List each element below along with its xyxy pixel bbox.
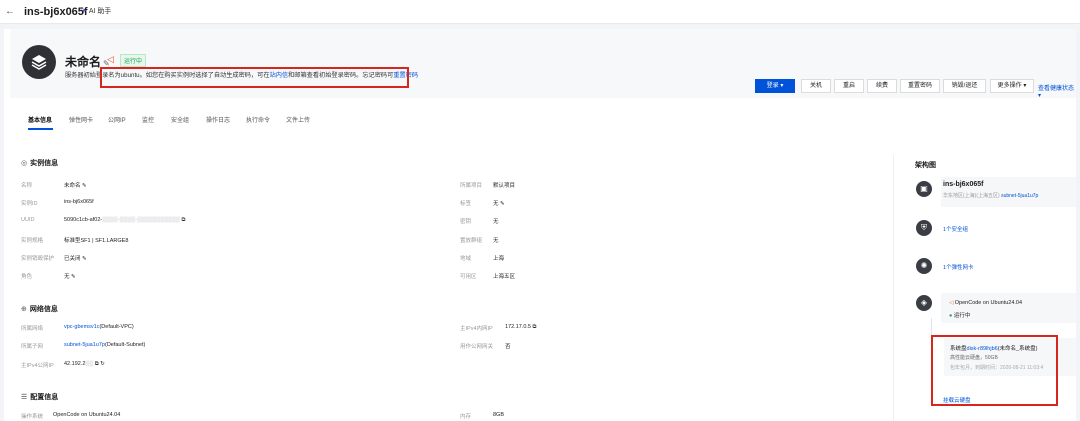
tab-basic-info[interactable]: 基本信息 — [28, 115, 52, 124]
info-icon: ◎ — [21, 160, 28, 167]
copy-icon[interactable]: ⧉ — [533, 324, 537, 330]
active-tab-indicator — [28, 128, 53, 130]
health-status-link[interactable]: 查看健康状态 ▾ — [1038, 83, 1076, 99]
section-network-info: ⊕ 网络信息 — [21, 306, 58, 313]
value-public-ip: 42.192.2▒▒ ⧉ ↻ — [64, 361, 105, 367]
value-key: 无 — [493, 219, 499, 225]
value-instance-id: ins-bj6x065f — [64, 199, 94, 205]
security-group-link[interactable]: 1个安全组 — [943, 225, 968, 233]
value-tags: 无 ✎ — [493, 201, 505, 207]
value-protection: 已关闭 ✎ — [64, 256, 87, 262]
promo-icon: ◁ — [949, 300, 954, 306]
label-placement: 置放群组 — [460, 238, 483, 244]
back-arrow-icon[interactable]: ← — [5, 6, 15, 17]
label-protection: 实例销毁保护 — [21, 256, 55, 262]
top-bar: ← ins-bj6x065f ✦ AI 助手 — [0, 0, 1080, 24]
label-public-ip: 主IPv4公网IP — [21, 363, 54, 369]
edit-icon[interactable]: ✎ — [71, 274, 76, 280]
section-instance-info: ◎ 实例信息 — [21, 160, 59, 167]
value-placement: 无 — [493, 238, 499, 244]
value-project: 默认项目 — [493, 183, 516, 189]
label-spec: 实例规格 — [21, 238, 44, 244]
value-memory: 8GB — [493, 412, 505, 418]
refresh-icon[interactable]: ↻ — [100, 361, 105, 367]
highlight-box — [100, 67, 409, 88]
label-private-ip: 主IPv4内网IP — [460, 326, 493, 332]
value-os: OpenCode on Ubuntu24.04 — [53, 412, 121, 418]
value-name: 未命名 ✎ — [64, 183, 87, 189]
value-zone: 上海五区 — [493, 274, 516, 280]
label-name: 名称 — [21, 183, 33, 189]
section-config-info: ☰ 配置信息 — [21, 394, 59, 401]
tab-operation-log[interactable]: 操作日志 — [206, 115, 230, 124]
list-icon: ☰ — [21, 394, 28, 401]
value-role: 无 ✎ — [64, 274, 76, 280]
label-role: 角色 — [21, 274, 33, 280]
shield-icon: ⛨ — [916, 220, 932, 236]
label-os: 操作系统 — [21, 414, 44, 420]
cube-icon: ▣ — [916, 181, 932, 197]
arch-image: ◁ OpenCode on Ubuntu24.04 — [949, 300, 1023, 306]
status-badge: 运行中 — [120, 54, 147, 67]
edit-icon[interactable]: ✎ — [82, 256, 87, 262]
arch-image-status: ● 运行中 — [949, 313, 971, 319]
label-memory: 内存 — [460, 414, 472, 420]
eni-link[interactable]: 1个弹性网卡 — [943, 263, 974, 271]
copy-icon[interactable]: ⧉ — [95, 361, 99, 367]
sparkle-icon: ✦ — [81, 8, 87, 15]
label-zone: 可用区 — [460, 274, 477, 280]
label-subnet: 所属子网 — [21, 344, 44, 350]
ai-assistant-button[interactable]: ✦ AI 助手 — [81, 6, 111, 16]
arch-instance-sub: 华东地区(上海)(上海五区) subnet-5jua1u7p — [943, 193, 1039, 199]
shutdown-button[interactable]: 关机 — [801, 79, 831, 93]
label-instance-id: 实例ID — [21, 201, 38, 207]
reset-password-button[interactable]: 重置密码 — [900, 79, 940, 93]
globe-icon: ⊕ — [21, 306, 27, 313]
label-region: 地域 — [460, 256, 472, 262]
value-vpc: vpc-gbemsv1c(Default-VPC) — [64, 324, 134, 330]
login-button[interactable]: 登录 ▾ — [755, 79, 795, 93]
tab-bar: 基本信息 弹性网卡 公网IP 监控 安全组 操作日志 执行命令 文件上传 — [20, 115, 1070, 131]
value-subnet: subnet-5jua1u7p(Default-Subnet) — [64, 342, 146, 348]
value-region: 上海 — [493, 256, 505, 262]
image-icon: ◈ — [916, 295, 932, 311]
value-private-ip: 172.17.0.5 ⧉ — [505, 324, 537, 330]
label-tags: 标签 — [460, 201, 472, 207]
tab-security-group[interactable]: 安全组 — [171, 115, 189, 124]
promo-icon: ◁ — [107, 54, 114, 64]
tab-run-command[interactable]: 执行命令 — [246, 115, 270, 124]
value-gateway: 否 — [505, 344, 511, 350]
page-title: ins-bj6x065f — [24, 6, 88, 18]
divider — [893, 155, 894, 421]
label-vpc: 所属网络 — [21, 326, 44, 332]
edit-icon[interactable]: ✎ — [82, 183, 87, 189]
label-gateway: 用作公网网关 — [460, 344, 494, 350]
network-card-icon: ✺ — [916, 258, 932, 274]
value-spec: 标准型SF1 | SF1.LARGE8 — [64, 238, 129, 244]
copy-icon[interactable]: ⧉ — [181, 217, 185, 223]
tab-eni[interactable]: 弹性网卡 — [69, 115, 93, 124]
vpc-link[interactable]: vpc-gbemsv1c — [64, 324, 99, 330]
label-uuid: UUID — [21, 217, 35, 223]
renew-button[interactable]: 续费 — [867, 79, 897, 93]
edit-icon[interactable]: ✎ — [500, 201, 505, 207]
label-key: 密钥 — [460, 219, 472, 225]
arch-instance-name: ins-bj6x065f — [943, 181, 984, 188]
architecture-title: 架构图 — [915, 162, 936, 169]
tab-monitoring[interactable]: 监控 — [142, 115, 154, 124]
instance-logo-icon — [22, 45, 56, 79]
destroy-button[interactable]: 销毁/退还 — [943, 79, 986, 93]
value-uuid: 5090c1cb-af02-▒▒▒▒-▒▒▒▒-▒▒▒▒▒▒▒▒▒▒▒ ⧉ — [64, 217, 186, 223]
label-project: 所属项目 — [460, 183, 483, 189]
more-actions-button[interactable]: 更多操作 ▾ — [990, 79, 1034, 93]
subnet-link[interactable]: subnet-5jua1u7p — [64, 342, 105, 348]
tab-public-ip[interactable]: 公网IP — [108, 115, 126, 124]
tab-file-upload[interactable]: 文件上传 — [286, 115, 310, 124]
arch-subnet-link[interactable]: subnet-5jua1u7p — [1001, 193, 1038, 199]
highlight-box — [931, 335, 1058, 406]
restart-button[interactable]: 重启 — [834, 79, 864, 93]
